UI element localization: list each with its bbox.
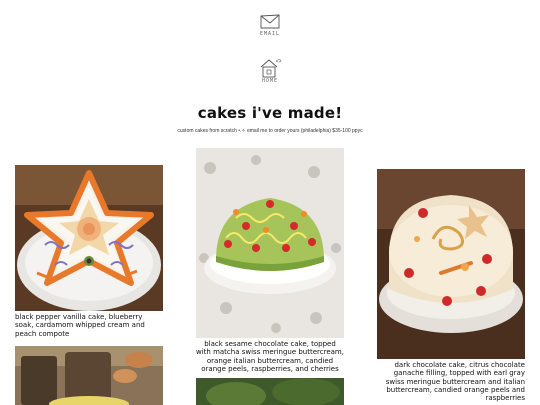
- envelope-icon: [260, 14, 280, 29]
- cake-card-2: black sesame chocolate cake, topped with…: [196, 148, 344, 373]
- cake-card-1: black pepper vanilla cake, blueberry soa…: [15, 165, 163, 338]
- cake-photo-1[interactable]: [15, 165, 163, 311]
- cake-photo-2[interactable]: [196, 148, 344, 338]
- cake-card-4: [15, 346, 163, 405]
- home-link[interactable]: HOME: [257, 57, 283, 84]
- cake-caption-2: black sesame chocolate cake, topped with…: [196, 340, 344, 373]
- cake-card-3: dark chocolate cake, citrus chocolate ga…: [377, 169, 525, 402]
- cake-photo-3[interactable]: [377, 169, 525, 359]
- page-title: cakes i've made!: [197, 104, 343, 122]
- cake-card-5: [196, 378, 344, 405]
- email-link[interactable]: EMAIL: [258, 12, 282, 37]
- cake-caption-3: dark chocolate cake, citrus chocolate ga…: [385, 361, 525, 403]
- home-label: HOME: [261, 78, 279, 84]
- cake-photo-4[interactable]: [15, 346, 163, 405]
- email-label: EMAIL: [259, 31, 281, 37]
- house-icon: [260, 59, 282, 78]
- cake-caption-1: black pepper vanilla cake, blueberry soa…: [15, 313, 145, 338]
- page-subtitle: custom cakes from scratch •.✧ email me t…: [177, 128, 363, 134]
- cake-photo-5[interactable]: [196, 378, 344, 405]
